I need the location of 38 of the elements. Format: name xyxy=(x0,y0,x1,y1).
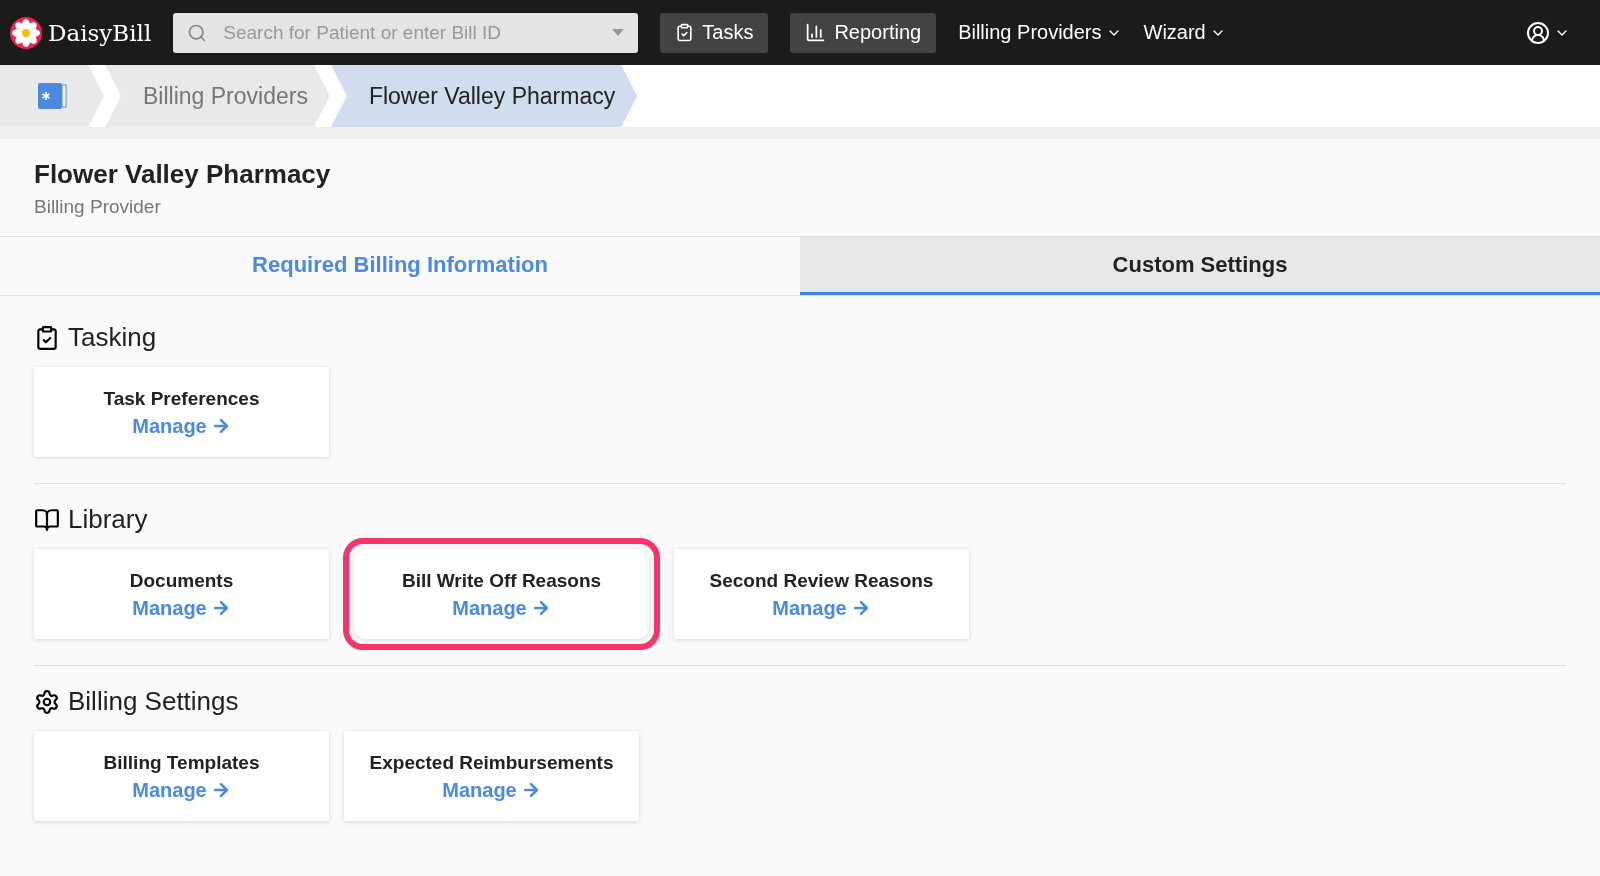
page-subtitle: Billing Provider xyxy=(34,196,162,218)
home-breadcrumb[interactable] xyxy=(0,65,104,127)
nav-menu[interactable]: Billing Providers xyxy=(958,21,1122,44)
manage-link[interactable]: Manage xyxy=(452,596,551,620)
brand-name[interactable]: DaisyBill xyxy=(48,19,152,46)
manage-link[interactable]: Manage xyxy=(132,414,231,438)
breadcrumb-item[interactable]: Billing Providers xyxy=(105,65,330,127)
bar-chart-icon xyxy=(805,22,827,43)
section-title: Tasking xyxy=(68,322,157,353)
card-title: Bill Write Off Reasons xyxy=(401,568,602,593)
search-icon xyxy=(187,22,208,43)
page-title: Flower Valley Pharmacy xyxy=(34,159,332,190)
clipboard-icon xyxy=(34,324,60,351)
settings-icon xyxy=(34,688,60,715)
card-title: Second Review Reasons xyxy=(709,568,934,593)
search-bar[interactable]: Search for Patient or enter Bill ID xyxy=(173,12,639,53)
card-title: Expected Reimbursements xyxy=(369,750,614,775)
card-title: Billing Templates xyxy=(103,750,260,775)
section-title: Library xyxy=(68,504,148,535)
flower-logo-icon xyxy=(10,16,42,49)
manage-link[interactable]: Manage xyxy=(132,596,231,620)
tab[interactable]: Custom Settings xyxy=(800,237,1600,295)
book-icon xyxy=(34,506,60,533)
card-title: Documents xyxy=(129,568,234,593)
tasks-button[interactable]: Tasks xyxy=(660,12,769,53)
search-field[interactable]: Search for Patient or enter Bill ID xyxy=(221,20,599,45)
dropdown-caret-icon[interactable] xyxy=(612,29,625,36)
card-title: Task Preferences xyxy=(103,386,260,411)
section-title: Billing Settings xyxy=(68,686,239,717)
manage-link[interactable]: Manage xyxy=(442,778,541,802)
manage-link[interactable]: Manage xyxy=(772,596,871,620)
manage-link[interactable]: Manage xyxy=(132,778,231,802)
nav-menu[interactable]: Wizard xyxy=(1143,21,1226,44)
clipboard-icon xyxy=(675,23,695,42)
user-icon xyxy=(1526,20,1550,45)
breadcrumb-item[interactable]: Flower Valley Pharmacy xyxy=(330,65,638,127)
card-file-icon xyxy=(37,81,67,111)
reporting-button[interactable]: Reporting xyxy=(790,12,937,53)
